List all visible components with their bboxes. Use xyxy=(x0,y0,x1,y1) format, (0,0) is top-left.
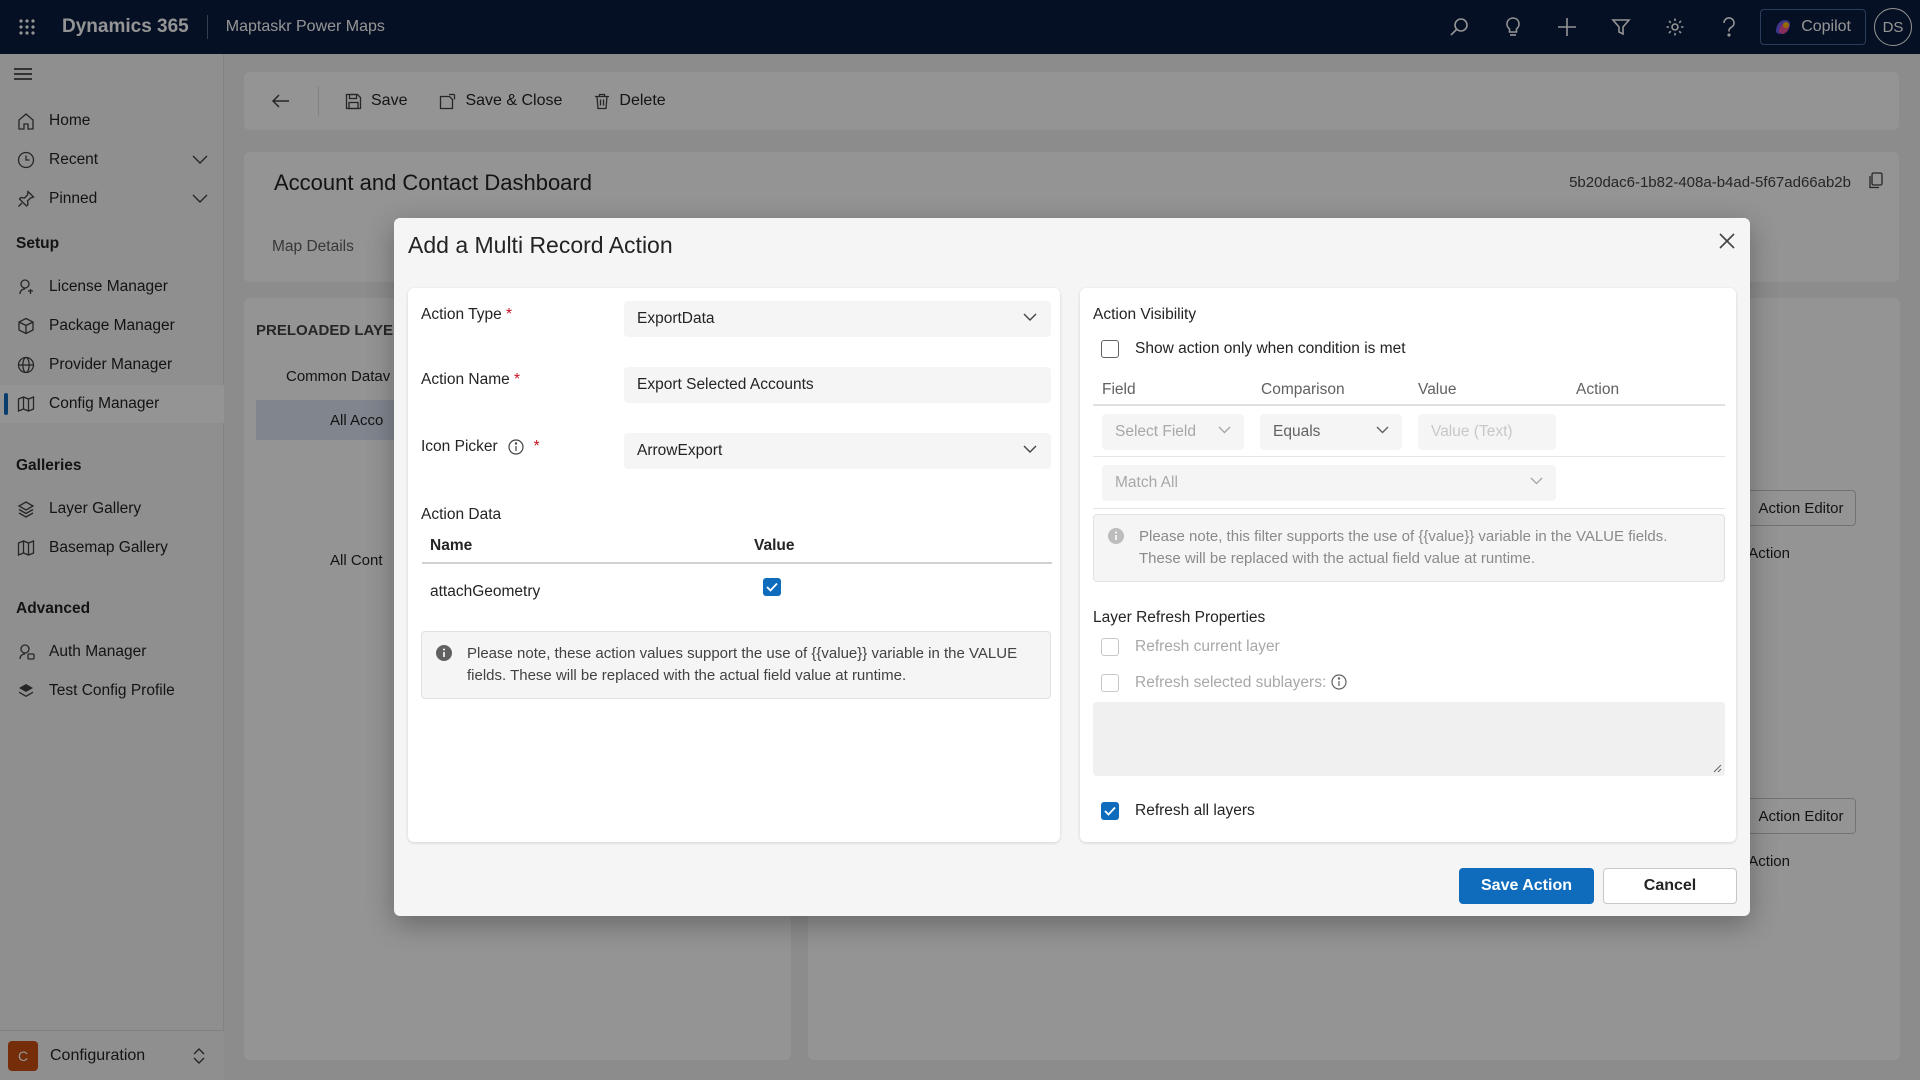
refresh-current-layer-checkbox[interactable] xyxy=(1101,638,1119,656)
value-input[interactable]: Value (Text) xyxy=(1418,414,1556,450)
info-icon[interactable] xyxy=(1331,674,1347,690)
show-condition-label: Show action only when condition is met xyxy=(1135,340,1406,357)
column-header-value: Value xyxy=(754,537,795,554)
select-field-placeholder: Select Field xyxy=(1115,423,1196,440)
action-details-card: Action Type * ExportData Action Name * E… xyxy=(408,288,1060,842)
refresh-sublayers-label: Refresh selected sublayers: xyxy=(1135,674,1327,691)
chevron-down-icon xyxy=(1023,313,1037,322)
action-data-label: Action Data xyxy=(421,506,502,523)
attach-geometry-checkbox[interactable] xyxy=(763,578,781,596)
column-header-value: Value xyxy=(1418,381,1457,398)
show-condition-checkbox[interactable] xyxy=(1101,340,1119,358)
icon-picker-value: ArrowExport xyxy=(637,442,723,459)
action-name-label: Action Name * xyxy=(421,371,521,388)
action-type-label: Action Type * xyxy=(421,306,513,323)
column-header-name: Name xyxy=(430,537,473,554)
match-value: Match All xyxy=(1115,474,1178,491)
filter-note: Please note, this filter supports the us… xyxy=(1093,514,1725,582)
value-placeholder: Value (Text) xyxy=(1431,423,1513,440)
chevron-down-icon xyxy=(1218,426,1231,434)
chevron-down-icon xyxy=(1023,445,1037,454)
column-header-field: Field xyxy=(1102,381,1136,398)
action-type-value: ExportData xyxy=(637,310,715,327)
cancel-button[interactable]: Cancel xyxy=(1603,868,1737,904)
info-filled-icon xyxy=(1108,528,1124,544)
column-header-action: Action xyxy=(1576,381,1620,398)
resize-handle-icon[interactable] xyxy=(1712,763,1722,773)
info-filled-icon xyxy=(436,645,452,661)
note-text: Please note, these action values support… xyxy=(467,645,1018,684)
action-values-note: Please note, these action values support… xyxy=(421,631,1051,699)
add-multi-record-action-dialog: Add a Multi Record Action Action Type * … xyxy=(394,218,1750,916)
filter-note-text: Please note, this filter supports the us… xyxy=(1139,528,1668,567)
condition-table-header: Field Comparison Value Action xyxy=(1093,372,1725,406)
comparison-value: Equals xyxy=(1273,423,1321,440)
chevron-down-icon xyxy=(1376,426,1389,434)
match-row: Match All xyxy=(1093,458,1725,509)
table-row: attachGeometry xyxy=(422,568,1052,612)
info-icon[interactable] xyxy=(508,439,524,455)
refresh-sublayers-checkbox[interactable] xyxy=(1101,674,1119,692)
save-action-button[interactable]: Save Action xyxy=(1459,868,1594,904)
chevron-down-icon xyxy=(1530,477,1543,485)
action-visibility-label: Action Visibility xyxy=(1093,306,1197,323)
select-field-dropdown[interactable]: Select Field xyxy=(1102,414,1244,450)
action-type-select[interactable]: ExportData xyxy=(624,301,1051,337)
refresh-all-layers-checkbox[interactable] xyxy=(1101,802,1119,820)
action-name-input[interactable]: Export Selected Accounts xyxy=(624,367,1051,403)
refresh-all-layers-label: Refresh all layers xyxy=(1135,802,1255,819)
action-data-table-header: Name Value xyxy=(422,528,1052,564)
refresh-current-layer-label: Refresh current layer xyxy=(1135,638,1280,655)
action-name-value: Export Selected Accounts xyxy=(637,376,814,393)
row-name: attachGeometry xyxy=(430,583,541,600)
dialog-title: Add a Multi Record Action xyxy=(408,232,673,258)
sublayers-textarea[interactable] xyxy=(1093,702,1725,776)
layer-refresh-heading: Layer Refresh Properties xyxy=(1093,609,1266,626)
icon-picker-select[interactable]: ArrowExport xyxy=(624,433,1051,469)
condition-row: Select Field Equals Value (Text) xyxy=(1093,407,1725,457)
comparison-dropdown[interactable]: Equals xyxy=(1260,414,1402,450)
icon-picker-label: Icon Picker * xyxy=(421,438,540,455)
visibility-card: Action Visibility Show action only when … xyxy=(1080,288,1736,842)
match-dropdown[interactable]: Match All xyxy=(1102,465,1556,501)
close-icon[interactable] xyxy=(1718,232,1736,250)
column-header-comparison: Comparison xyxy=(1261,381,1345,398)
